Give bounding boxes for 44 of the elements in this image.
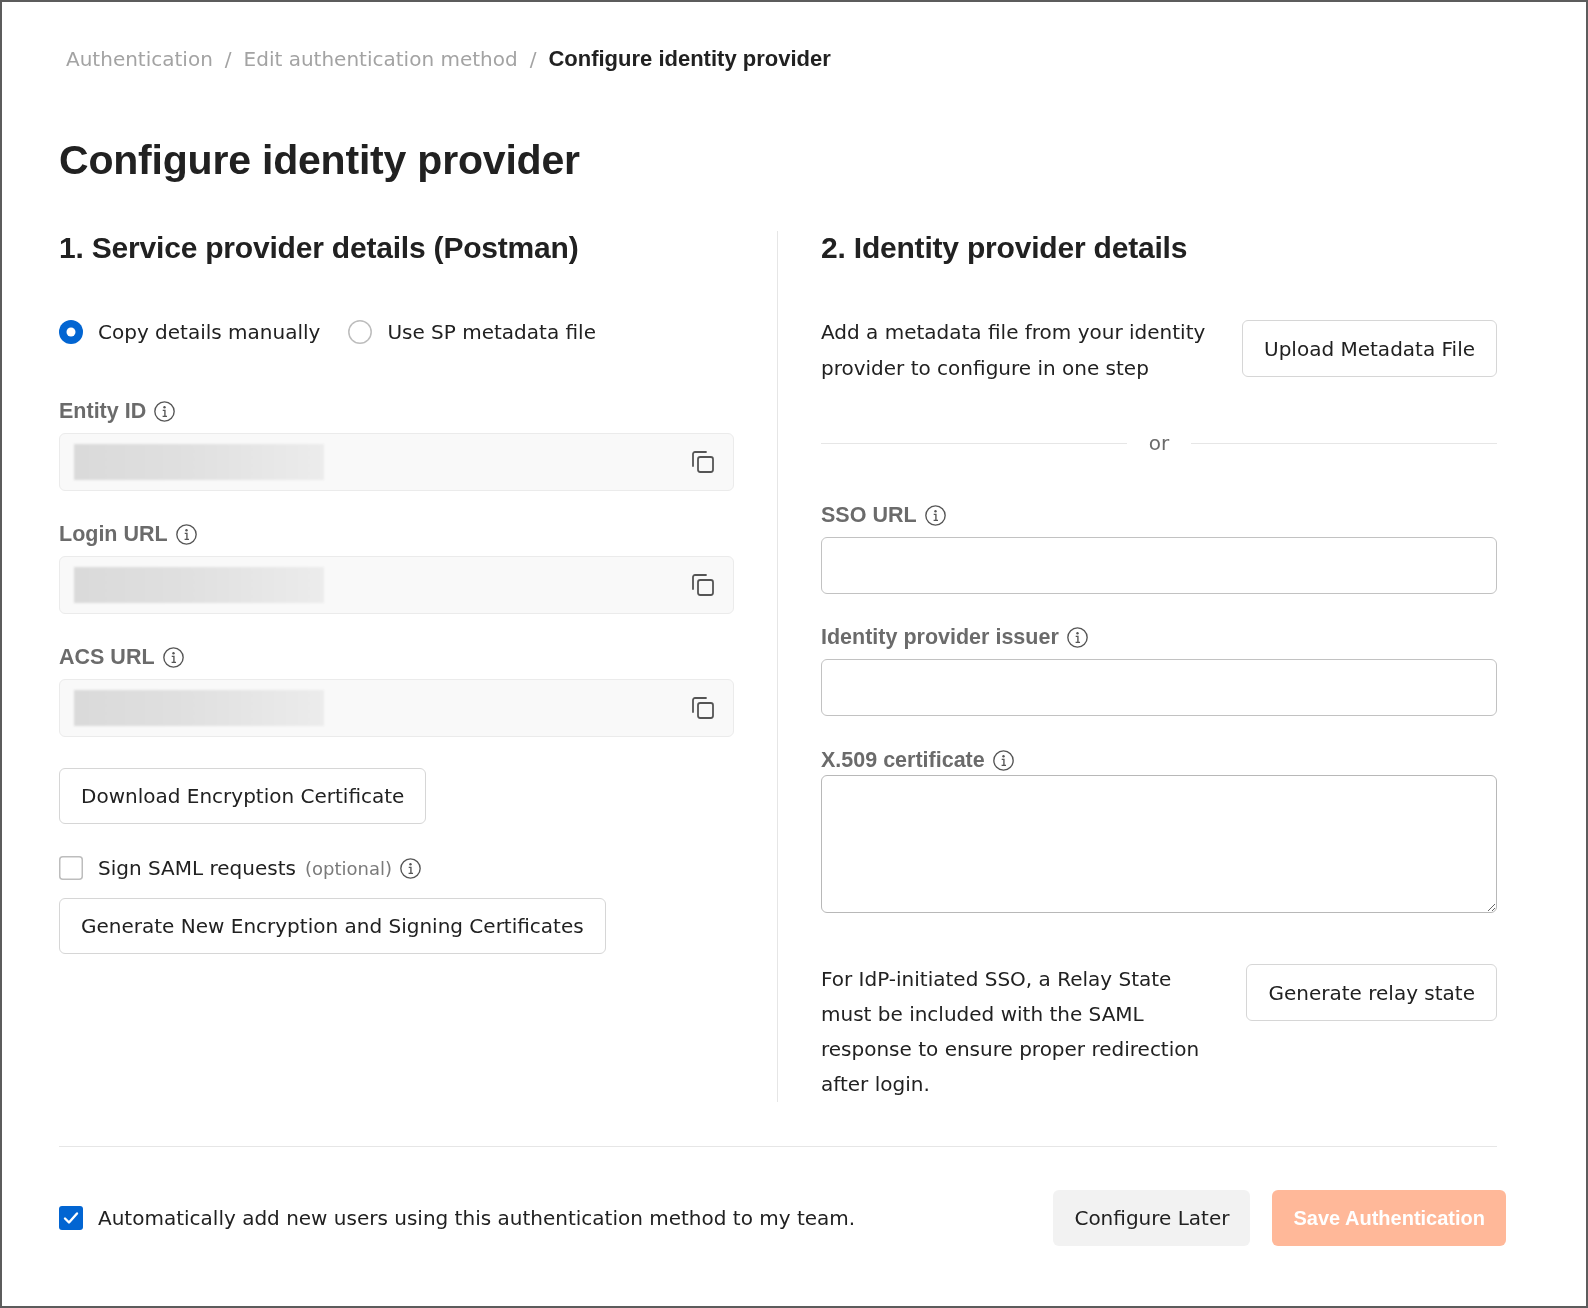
optional-hint: (optional): [304, 857, 392, 879]
info-icon[interactable]: [924, 504, 946, 526]
breadcrumb-separator: /: [529, 46, 537, 73]
read-only-field[interactable]: [59, 433, 734, 491]
info-icon[interactable]: [1066, 626, 1088, 648]
field-label: Entity ID: [59, 398, 147, 425]
field-label: ACS URL: [59, 644, 155, 671]
radio-button[interactable]: [348, 320, 373, 344]
divider-label: or: [1148, 431, 1170, 455]
info-icon[interactable]: [162, 646, 184, 668]
field-label: Login URL: [59, 521, 168, 548]
copy-icon[interactable]: [690, 572, 716, 598]
download-certificate-button[interactable]: Download Encryption Certificate: [59, 768, 427, 824]
field-label: X.509 certificate: [821, 747, 985, 774]
info-icon[interactable]: [399, 857, 421, 879]
text-input[interactable]: [821, 537, 1497, 594]
checkbox[interactable]: [59, 1206, 83, 1230]
radio-button[interactable]: [59, 320, 83, 344]
info-icon[interactable]: [175, 523, 197, 545]
help-text: Add a metadata file from your identity provider to configure in one step: [821, 319, 1207, 382]
copy-icon[interactable]: [690, 449, 716, 475]
read-only-field[interactable]: [59, 679, 734, 737]
radio-label[interactable]: Use SP metadata file: [387, 318, 596, 346]
checkbox[interactable]: [59, 856, 83, 880]
copy-icon[interactable]: [690, 695, 716, 721]
info-icon[interactable]: [992, 749, 1014, 771]
generate-relay-state-button[interactable]: Generate relay state: [1246, 964, 1497, 1021]
checkbox-label[interactable]: Sign SAML requests: [98, 854, 296, 882]
info-icon[interactable]: [154, 400, 176, 422]
section-heading: 2. Identity provider details: [821, 230, 1188, 266]
radio-label[interactable]: Copy details manually: [98, 318, 321, 346]
page-title: Configure identity provider: [59, 136, 580, 185]
field-label: SSO URL: [821, 502, 917, 529]
text-input[interactable]: [821, 659, 1497, 716]
upload-metadata-button[interactable]: Upload Metadata File: [1242, 320, 1497, 377]
checkbox-label[interactable]: Automatically add new users using this authentication method to my team.: [98, 1204, 856, 1232]
generate-certificates-button[interactable]: Generate New Encryption and Signing Certificates: [59, 898, 606, 954]
section-heading: 1. Service provider details (Postman): [59, 230, 579, 266]
read-only-field[interactable]: [59, 556, 734, 614]
breadcrumb-separator: /: [224, 46, 232, 73]
help-text: For IdP-initiated SSO, a Relay State must be included with the SAML response to ensure proper redirection after login.: [821, 966, 1201, 1098]
breadcrumb-current-page: Configure identity provider: [548, 45, 831, 73]
secondary-button[interactable]: Configure Later: [1053, 1190, 1251, 1246]
field-label: Identity provider issuer: [821, 624, 1059, 651]
